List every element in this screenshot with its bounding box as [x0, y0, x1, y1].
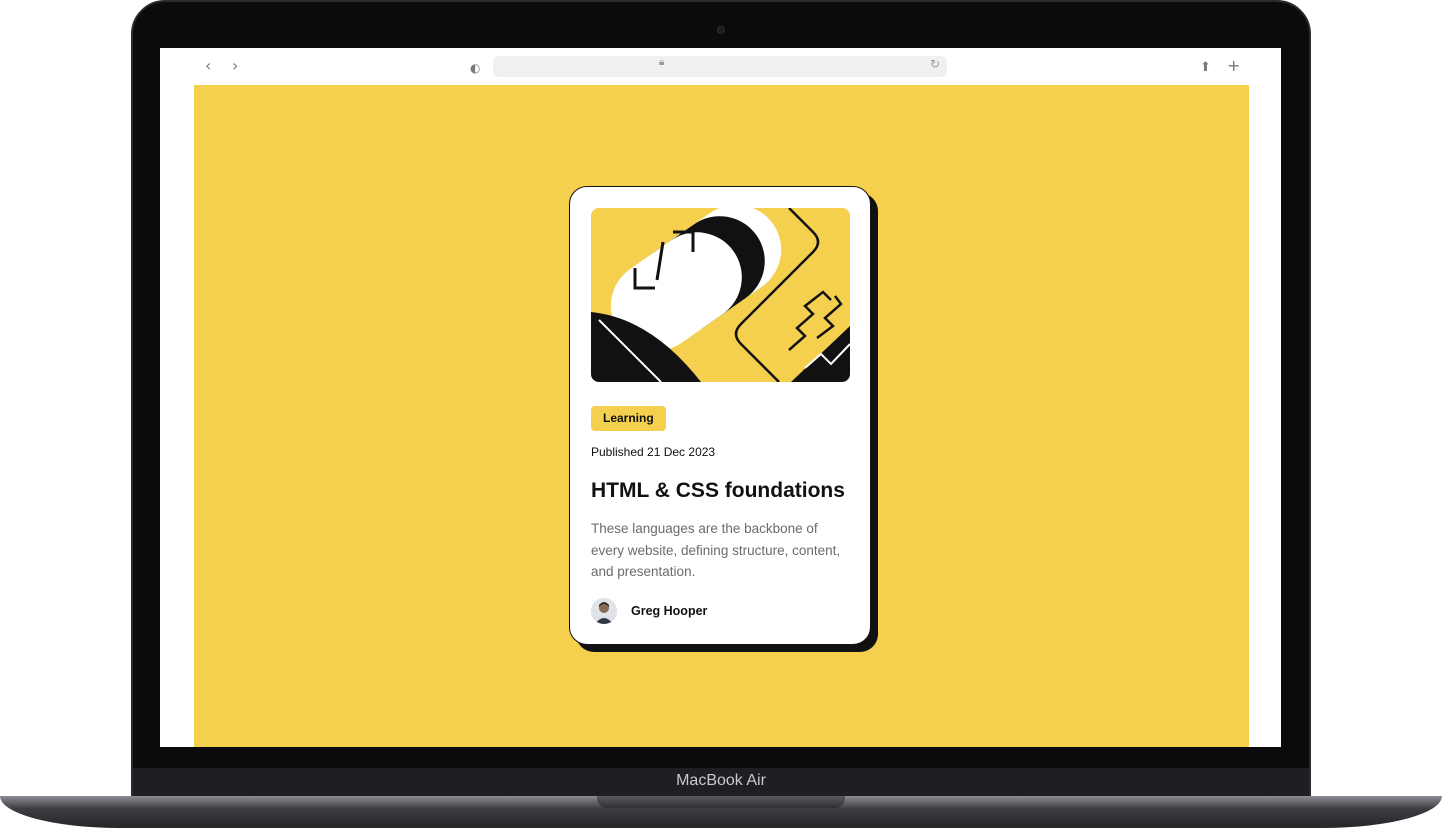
page-viewport: Learning Published 21 Dec 2023 HTML & CS… [194, 85, 1249, 747]
chevron-left-icon[interactable]: ‹ [205, 56, 211, 76]
card-illustration [591, 208, 850, 382]
shield-icon[interactable]: ◐ [470, 58, 480, 78]
share-icon[interactable]: ⬆ [1200, 58, 1211, 78]
avatar-image [591, 598, 617, 624]
illustration-graphic [591, 208, 850, 382]
browser-toolbar: ‹ › ◐ 🔒︎ ↻ ⬆ + [160, 48, 1281, 85]
card-title[interactable]: HTML & CSS foundations [591, 479, 845, 503]
category-badge: Learning [591, 406, 666, 431]
chevron-right-icon[interactable]: › [232, 56, 238, 76]
reload-icon[interactable]: ↻ [930, 57, 940, 71]
card-description: These languages are the backbone of ever… [591, 521, 841, 579]
author-name: Greg Hooper [631, 604, 708, 618]
published-date: Published 21 Dec 2023 [591, 445, 716, 459]
author: Greg Hooper [591, 597, 707, 625]
screen: ‹ › ◐ 🔒︎ ↻ ⬆ + Learning Published 21 Dec… [160, 48, 1281, 747]
device-model-label: MacBook Air [676, 772, 766, 789]
blog-preview-card[interactable]: Learning Published 21 Dec 2023 HTML & CS… [569, 186, 871, 645]
camera-icon [717, 26, 725, 34]
lock-icon: 🔒︎ [659, 57, 665, 68]
laptop-notch [597, 796, 845, 808]
plus-icon[interactable]: + [1227, 56, 1240, 76]
address-bar[interactable]: 🔒︎ ↻ [493, 56, 947, 77]
avatar [591, 598, 617, 624]
